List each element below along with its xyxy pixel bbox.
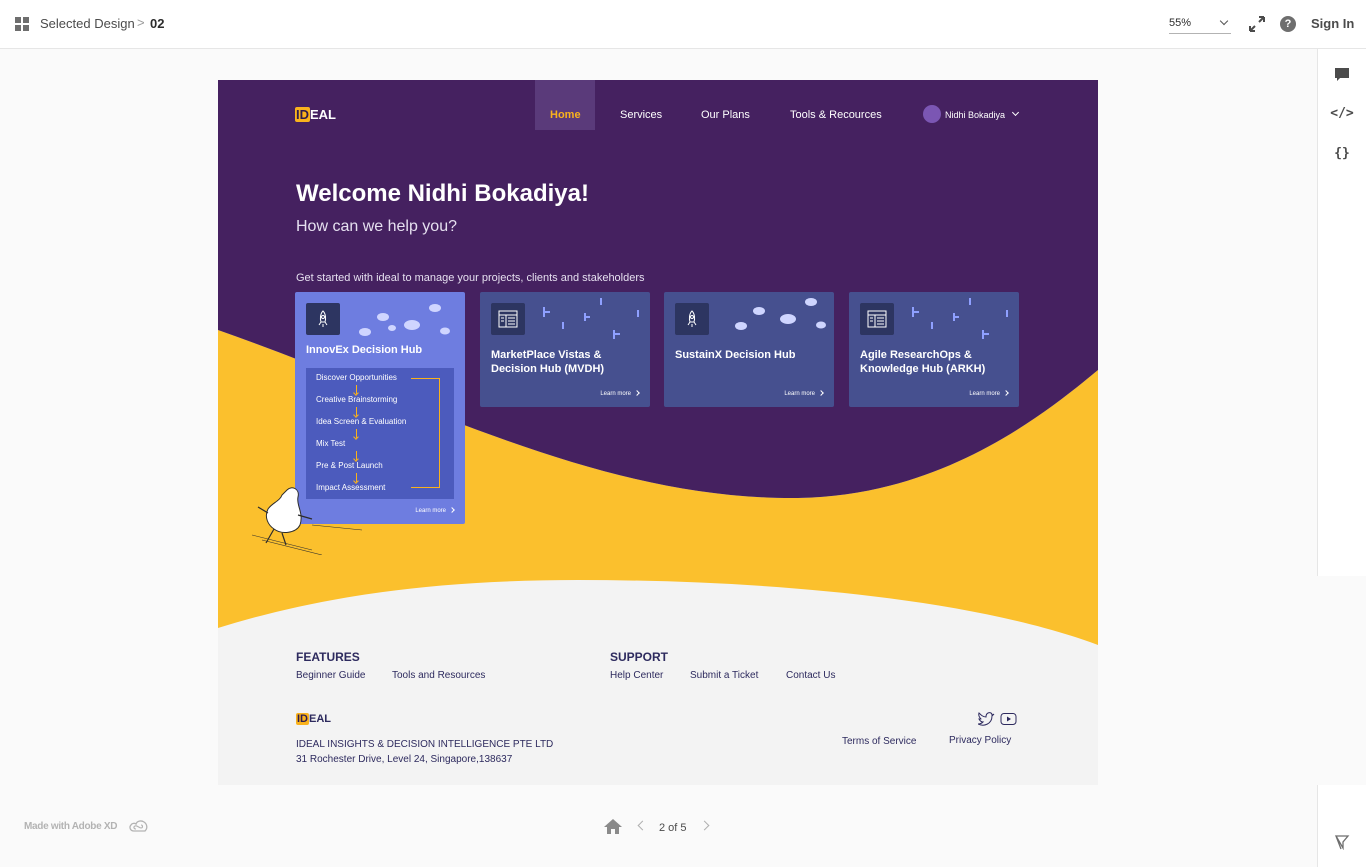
arrow-down-icon [356, 385, 357, 394]
page-indicator: 2 of 5 [659, 822, 687, 834]
breadcrumb-current: 02 [150, 16, 165, 31]
twitter-icon[interactable] [978, 712, 995, 726]
get-started-text: Get started with ideal to manage your pr… [296, 272, 645, 284]
layout-icon [860, 303, 894, 335]
sign-in-button[interactable]: Sign In [1311, 16, 1354, 31]
learn-more-link[interactable]: Learn more [969, 390, 1009, 397]
learn-more-label: Learn more [784, 391, 815, 397]
right-rail: </> {} [1317, 49, 1366, 576]
features-heading: FEATURES [296, 650, 360, 664]
breadcrumb-separator-icon: > [137, 15, 145, 30]
beginner-guide-link[interactable]: Beginner Guide [296, 670, 366, 681]
card-title: SustainX Decision Hub [675, 349, 796, 361]
company-info: IDEAL INSIGHTS & DECISION INTELLIGENCE P… [296, 737, 553, 767]
chevron-right-icon [634, 390, 640, 397]
step-item: Idea Screen & Evaluation [316, 417, 407, 426]
logo-id: ID [296, 713, 309, 725]
flag-icon[interactable] [1334, 834, 1350, 850]
user-menu[interactable]: Nidhi Bokadiya [945, 110, 1005, 120]
arrow-down-icon [356, 473, 357, 482]
nav-services[interactable]: Services [620, 109, 662, 121]
card-title: InnovEx Decision Hub [306, 344, 423, 356]
card-sustainx[interactable]: SustainX Decision Hub Learn more [664, 292, 834, 407]
viewer-top-bar: Selected Design > 02 55% ? Sign In [0, 0, 1366, 49]
breadcrumb-parent[interactable]: Selected Design [40, 16, 135, 31]
arrow-down-icon [356, 451, 357, 460]
card-title: MarketPlace Vistas & Decision Hub (MVDH) [491, 349, 605, 375]
terms-link[interactable]: Terms of Service [842, 736, 916, 747]
company-name: IDEAL INSIGHTS & DECISION INTELLIGENCE P… [296, 739, 554, 750]
process-steps: Discover Opportunities Creative Brainsto… [306, 368, 454, 499]
rocket-icon [675, 303, 709, 335]
learn-more-label: Learn more [415, 508, 446, 514]
zoom-select[interactable]: 55% [1169, 13, 1231, 34]
running-mascot-illustration [252, 487, 362, 555]
learn-more-label: Learn more [600, 391, 631, 397]
braces-icon[interactable]: {} [1330, 141, 1354, 165]
nav-tools-resources[interactable]: Tools & Recources [790, 109, 882, 121]
help-icon[interactable]: ? [1280, 16, 1296, 32]
step-item: Pre & Post Launch [316, 461, 383, 470]
chevron-right-icon [818, 390, 824, 397]
code-icon[interactable]: </> [1330, 101, 1354, 125]
step-item: Creative Brainstorming [316, 395, 398, 404]
learn-more-link[interactable]: Learn more [415, 507, 455, 514]
privacy-link[interactable]: Privacy Policy [949, 735, 1011, 746]
footer-logo[interactable]: ID EAL [296, 713, 331, 725]
arrow-down-icon [356, 429, 357, 438]
contact-us-link[interactable]: Contact Us [786, 670, 835, 681]
fullscreen-icon[interactable] [1248, 15, 1266, 33]
company-address: 31 Rochester Drive, Level 24, Singapore,… [296, 754, 513, 765]
card-title: Agile ResearchOps & Knowledge Hub (ARKH) [860, 349, 986, 375]
comment-icon[interactable] [1330, 63, 1354, 87]
chevron-right-icon [449, 507, 455, 514]
logo-rest: EAL [309, 713, 331, 725]
step-item: Discover Opportunities [316, 373, 397, 382]
welcome-heading: Welcome Nidhi Bokadiya! [296, 180, 589, 207]
tools-resources-link[interactable]: Tools and Resources [392, 670, 485, 681]
logo-rest: EAL [310, 107, 336, 122]
arrow-down-icon [356, 407, 357, 416]
zoom-value: 55% [1169, 17, 1192, 29]
previous-screen-icon[interactable] [637, 820, 648, 831]
learn-more-link[interactable]: Learn more [784, 390, 824, 397]
nav-home-highlight [535, 80, 595, 130]
learn-more-link[interactable]: Learn more [600, 390, 640, 397]
layout-icon [491, 303, 525, 335]
next-screen-icon[interactable] [699, 820, 710, 831]
creative-cloud-icon [129, 820, 148, 832]
nav-our-plans[interactable]: Our Plans [701, 109, 750, 121]
rocket-icon [306, 303, 340, 335]
made-with-xd: Made with Adobe XD [24, 821, 118, 832]
welcome-subtitle: How can we help you? [296, 218, 457, 235]
support-heading: SUPPORT [610, 650, 669, 664]
grid-view-icon[interactable] [15, 17, 29, 31]
card-agile-researchops[interactable]: Agile ResearchOps & Knowledge Hub (ARKH)… [849, 292, 1019, 407]
chevron-right-icon [1003, 390, 1009, 397]
learn-more-label: Learn more [969, 391, 1000, 397]
loop-connector [411, 378, 440, 488]
youtube-icon[interactable] [1000, 712, 1017, 726]
step-item: Mix Test [316, 439, 346, 448]
artboard: ID EAL Home Services Our Plans Tools & Re… [218, 80, 1098, 785]
submit-ticket-link[interactable]: Submit a Ticket [690, 670, 758, 681]
home-icon[interactable] [603, 818, 623, 835]
nav-home[interactable]: Home [550, 109, 581, 121]
right-rail-bottom [1317, 785, 1366, 867]
avatar[interactable] [923, 105, 941, 123]
card-marketplace[interactable]: MarketPlace Vistas & Decision Hub (MVDH)… [480, 292, 650, 407]
logo-id: ID [295, 107, 310, 122]
chevron-down-icon [1219, 16, 1229, 26]
help-center-link[interactable]: Help Center [610, 670, 663, 681]
ideal-logo[interactable]: ID EAL [295, 107, 336, 122]
